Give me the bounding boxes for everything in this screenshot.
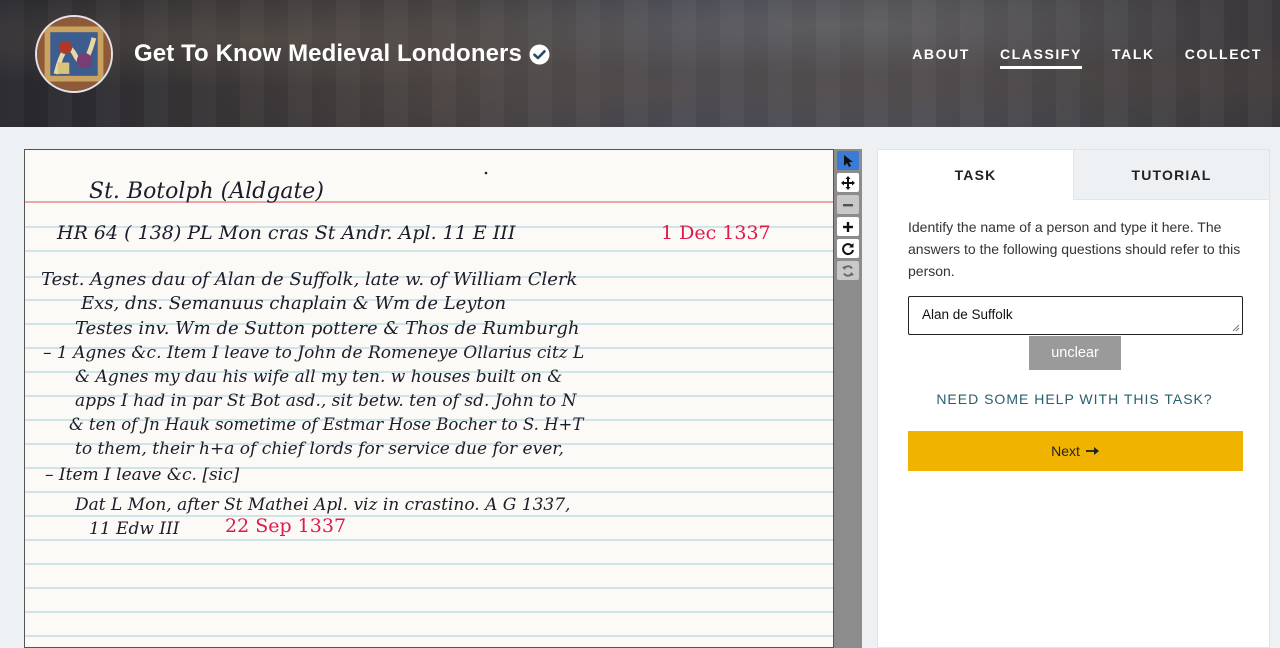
reset-view-icon [842, 264, 854, 277]
task-panel: TASK TUTORIAL Identify the name of a per… [877, 149, 1270, 648]
viewer-toolbar [834, 149, 862, 648]
card-line-10: Dat L Mon, after St Mathei Apl. viz in c… [74, 495, 570, 515]
rotate-button[interactable] [837, 239, 859, 258]
next-label: Next [1051, 443, 1080, 459]
card-line-1: Test. Agnes dau of Alan de Suffolk, late… [41, 269, 577, 290]
index-card-image: St. Botolph (Aldgate) HR 64 ( 138) PL Mo… [25, 171, 833, 637]
arrow-right-icon [1085, 447, 1099, 455]
card-date-red: 1 Dec 1337 [661, 222, 771, 244]
rotate-icon [842, 242, 854, 255]
zoom-in-button[interactable] [837, 217, 859, 236]
nav-talk[interactable]: TALK [1112, 46, 1155, 69]
card-reference: HR 64 ( 138) PL Mon cras St Andr. Apl. 1… [56, 222, 516, 244]
task-tabs: TASK TUTORIAL [878, 150, 1269, 200]
zoom-out-button[interactable] [837, 195, 859, 214]
card-line-2: Exs, dns. Semanuus chaplain & Wm de Leyt… [80, 293, 506, 314]
tab-task[interactable]: TASK [878, 150, 1073, 200]
pan-tool-button[interactable] [837, 173, 859, 192]
task-instructions: Identify the name of a person and type i… [908, 219, 1241, 279]
pan-tool-icon [841, 175, 855, 190]
card-line-3: Testes inv. Wm de Sutton pottere & Thos … [75, 318, 579, 339]
pointer-tool-icon [844, 154, 853, 167]
card-line-7: & ten of Jn Hauk sometime of Estmar Hose… [69, 415, 585, 434]
card-line-6: apps I had in par St Bot asd., sit betw.… [75, 391, 578, 411]
project-nav: ABOUT CLASSIFY TALK COLLECT [912, 46, 1262, 69]
card-line-11: 11 Edw III [89, 519, 180, 539]
nav-classify[interactable]: CLASSIFY [999, 46, 1082, 69]
card-line-4: – 1 Agnes &c. Item I leave to John de Ro… [43, 343, 584, 363]
next-button[interactable]: Next [908, 431, 1243, 471]
nav-collect[interactable]: COLLECT [1185, 46, 1262, 69]
help-link[interactable]: NEED SOME HELP WITH THIS TASK? [878, 391, 1271, 407]
card-line-5: & Agnes my dau his wife all my ten. w ho… [75, 367, 562, 387]
zoom-in-icon [843, 221, 853, 232]
verified-check-icon [529, 44, 550, 65]
card-line-8: to them, their h+a of chief lords for se… [75, 439, 564, 459]
person-name-value: Alan de Suffolk [922, 307, 1013, 322]
person-name-input[interactable]: Alan de Suffolk [908, 296, 1243, 335]
reset-view-button[interactable] [837, 261, 859, 280]
project-header: Get To Know Medieval Londoners ABOUT CLA… [0, 0, 1280, 127]
card-line-9: – Item I leave &c. [sic] [45, 465, 240, 485]
zoom-out-icon [843, 203, 853, 206]
project-avatar[interactable] [35, 15, 113, 93]
pointer-tool-button[interactable] [837, 151, 859, 170]
card-heading: St. Botolph (Aldgate) [89, 179, 324, 204]
unclear-button[interactable]: unclear [1029, 336, 1121, 370]
resize-grip-icon[interactable] [1232, 324, 1240, 332]
tab-tutorial[interactable]: TUTORIAL [1073, 150, 1269, 200]
card-date-red-2: 22 Sep 1337 [225, 515, 346, 537]
subject-viewer[interactable]: St. Botolph (Aldgate) HR 64 ( 138) PL Mo… [24, 149, 834, 648]
project-title[interactable]: Get To Know Medieval Londoners [134, 40, 522, 68]
illuminated-manuscript-avatar [37, 17, 111, 91]
nav-about[interactable]: ABOUT [912, 46, 970, 69]
